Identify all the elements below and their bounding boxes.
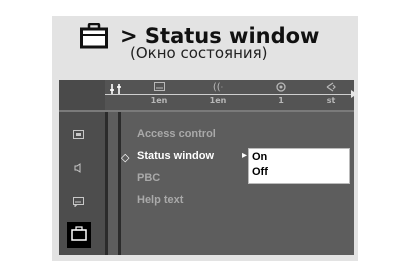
- menu-item-pbc[interactable]: PBC: [137, 172, 160, 184]
- menu-item-status-window[interactable]: Status window: [137, 150, 214, 162]
- topbar-subtitle[interactable]: 1en: [139, 82, 179, 107]
- topbar-camera[interactable]: st: [311, 82, 351, 107]
- briefcase-icon: [80, 22, 108, 49]
- briefcase-icon: [71, 225, 87, 245]
- angle-value: 1: [278, 96, 284, 105]
- submenu-arrow-icon: ▸: [242, 150, 248, 161]
- setup-icon: [109, 83, 123, 98]
- sidebar: [59, 112, 105, 255]
- option-off[interactable]: Off: [252, 166, 268, 178]
- sidebar-item-audio[interactable]: [67, 156, 89, 178]
- sidebar-item-language[interactable]: [67, 190, 89, 212]
- subtitle-box-icon: [72, 192, 84, 211]
- subtitle-icon: [139, 82, 179, 95]
- camera-icon: [311, 82, 351, 95]
- angle-icon: [261, 82, 301, 95]
- audio-icon: ((·: [212, 82, 224, 93]
- topbar-angle[interactable]: 1: [261, 82, 301, 107]
- page-subtitle: (Окно состояния): [130, 44, 268, 62]
- divider-left: [105, 112, 108, 255]
- sidebar-item-display[interactable]: [67, 122, 89, 144]
- camera-value: st: [326, 96, 336, 105]
- menu-item-help-text[interactable]: Help text: [137, 194, 183, 206]
- selection-marker-icon: ◇: [121, 151, 130, 164]
- sidebar-item-features[interactable]: [67, 222, 91, 248]
- osd-screen: 1en ((· 1en 1 st Access control ◇ Status…: [59, 80, 357, 255]
- top-left-strip: [59, 80, 105, 110]
- progress-arrow-icon: [351, 90, 357, 98]
- topbar-audio[interactable]: ((· 1en: [198, 82, 238, 107]
- status-window-options: On Off: [248, 148, 350, 184]
- speaker-icon: [74, 158, 83, 177]
- subtitle-value: 1en: [150, 96, 168, 105]
- display-icon: [72, 124, 84, 143]
- audio-value: 1en: [209, 96, 227, 105]
- option-on[interactable]: On: [252, 151, 267, 163]
- menu-item-access-control[interactable]: Access control: [137, 128, 216, 140]
- divider-right: [118, 112, 121, 255]
